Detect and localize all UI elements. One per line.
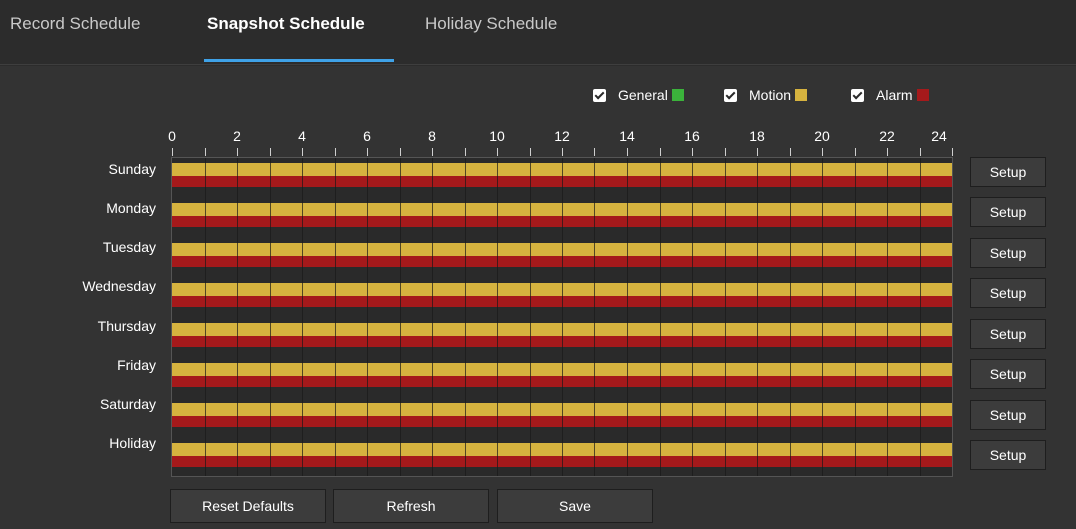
hour-tick — [627, 148, 628, 156]
hour-tick — [692, 148, 693, 156]
setup-button-sunday[interactable]: Setup — [970, 157, 1046, 187]
legend-motion-label: Motion — [749, 87, 792, 103]
setup-button-thursday[interactable]: Setup — [970, 319, 1046, 349]
hour-tick — [432, 148, 433, 156]
hour-tick — [367, 148, 368, 156]
hour-gridline — [887, 158, 888, 476]
hour-tick — [237, 148, 238, 156]
hour-gridline — [367, 158, 368, 476]
legend-general: General — [593, 87, 684, 103]
legend-alarm: Alarm — [851, 87, 929, 103]
legend-general-label: General — [618, 87, 668, 103]
reset-defaults-button[interactable]: Reset Defaults — [170, 489, 326, 523]
hour-label: 22 — [879, 128, 895, 144]
hour-tick — [790, 148, 791, 156]
hour-gridline — [562, 158, 563, 476]
general-color-swatch — [671, 89, 684, 101]
setup-button-tuesday[interactable]: Setup — [970, 238, 1046, 268]
refresh-button[interactable]: Refresh — [333, 489, 489, 523]
hour-tick — [497, 148, 498, 156]
schedule-grid[interactable] — [171, 157, 953, 477]
hour-tick — [920, 148, 921, 156]
hour-gridline — [465, 158, 466, 476]
hour-gridline — [432, 158, 433, 476]
alarm-checkbox[interactable] — [851, 88, 864, 102]
hour-label: 0 — [168, 128, 176, 144]
hour-gridline — [237, 158, 238, 476]
hour-label: 10 — [489, 128, 505, 144]
setup-button-holiday[interactable]: Setup — [970, 440, 1046, 470]
hour-tick — [757, 148, 758, 156]
setup-button-wednesday[interactable]: Setup — [970, 278, 1046, 308]
tab-snapshot-schedule[interactable]: Snapshot Schedule — [207, 14, 365, 34]
hour-tick — [335, 148, 336, 156]
tab-record-schedule[interactable]: Record Schedule — [10, 14, 140, 34]
hour-tick — [562, 148, 563, 156]
setup-button-saturday[interactable]: Setup — [970, 400, 1046, 430]
hour-label: 4 — [298, 128, 306, 144]
hour-label: 8 — [428, 128, 436, 144]
tab-bar: Record Schedule Snapshot Schedule Holida… — [0, 0, 1076, 66]
hour-tick — [400, 148, 401, 156]
hour-tick — [172, 148, 173, 156]
hour-tick — [822, 148, 823, 156]
legend-alarm-label: Alarm — [876, 87, 913, 103]
hour-gridline — [855, 158, 856, 476]
motion-color-swatch — [795, 89, 808, 101]
active-tab-indicator — [204, 59, 394, 62]
day-label-sunday: Sunday — [108, 161, 156, 177]
hour-tick — [887, 148, 888, 156]
hour-label: 6 — [363, 128, 371, 144]
setup-button-friday[interactable]: Setup — [970, 359, 1046, 389]
hour-label: 16 — [684, 128, 700, 144]
hour-gridline — [790, 158, 791, 476]
day-label-monday: Monday — [106, 200, 156, 216]
general-checkbox[interactable] — [593, 88, 606, 102]
day-label-thursday: Thursday — [97, 318, 156, 334]
day-label-friday: Friday — [117, 357, 156, 373]
hour-gridline — [822, 158, 823, 476]
hour-label: 18 — [749, 128, 765, 144]
hour-label: 12 — [554, 128, 570, 144]
hour-gridline — [400, 158, 401, 476]
hour-tick — [270, 148, 271, 156]
tab-holiday-schedule[interactable]: Holiday Schedule — [425, 14, 557, 34]
hour-tick — [660, 148, 661, 156]
hour-tick — [465, 148, 466, 156]
tab-divider — [0, 64, 1076, 65]
hour-tick — [952, 148, 953, 156]
hour-gridline — [335, 158, 336, 476]
day-label-saturday: Saturday — [99, 396, 156, 412]
day-label-holiday: Holiday — [109, 435, 156, 451]
hour-gridline — [530, 158, 531, 476]
hour-tick — [205, 148, 206, 156]
save-button[interactable]: Save — [497, 489, 653, 523]
hour-tick — [725, 148, 726, 156]
motion-checkbox[interactable] — [724, 88, 737, 102]
hour-gridline — [302, 158, 303, 476]
hour-label: 24 — [931, 128, 947, 144]
hour-tick — [530, 148, 531, 156]
hour-gridline — [725, 158, 726, 476]
hour-label: 2 — [233, 128, 241, 144]
setup-button-monday[interactable]: Setup — [970, 197, 1046, 227]
hour-tick — [594, 148, 595, 156]
day-label-wednesday: Wednesday — [82, 278, 156, 294]
alarm-color-swatch — [916, 89, 929, 101]
hour-gridline — [757, 158, 758, 476]
hour-gridline — [497, 158, 498, 476]
hour-label: 20 — [814, 128, 830, 144]
hour-tick — [302, 148, 303, 156]
day-label-tuesday: Tuesday — [102, 239, 156, 255]
hour-gridline — [270, 158, 271, 476]
hour-gridline — [692, 158, 693, 476]
hour-gridline — [594, 158, 595, 476]
hour-tick — [855, 148, 856, 156]
hour-gridline — [920, 158, 921, 476]
hour-gridline — [205, 158, 206, 476]
legend-motion: Motion — [724, 87, 808, 103]
hour-gridline — [627, 158, 628, 476]
hour-gridline — [660, 158, 661, 476]
hour-label: 14 — [619, 128, 635, 144]
